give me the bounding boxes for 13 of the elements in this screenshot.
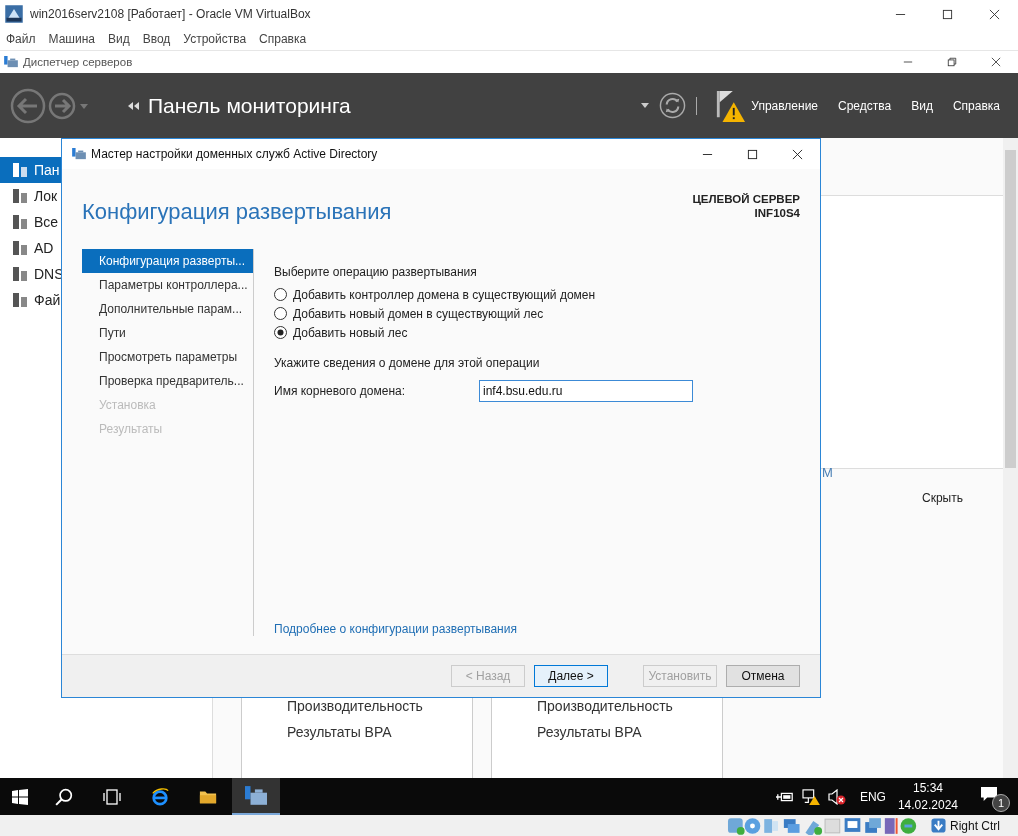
dialog-title: Мастер настройки доменных служб Active Directory [91, 147, 378, 161]
page-title: Панель мониторинга [148, 93, 351, 118]
page-heading: Конфигурация развертывания [82, 199, 392, 226]
window-title: win2016serv2108 [Работает] - Oracle VM VirtualBox [30, 7, 311, 21]
section-label: Выберите операцию развертывания [274, 265, 478, 279]
notification-badge: 1 [992, 793, 1010, 812]
section-label: Укажите сведения о домене для этой операции [274, 356, 541, 370]
window-title: Диспетчер серверов [23, 56, 133, 68]
panel-text: M [822, 465, 833, 480]
field-label: Имя корневого домена: [274, 384, 406, 398]
target-server-name: INF10S4 [754, 207, 800, 219]
target-server-label: ЦЕЛЕВОЙ СЕРВЕР [692, 193, 800, 205]
host-key-label: Right Ctrl [950, 818, 1000, 833]
